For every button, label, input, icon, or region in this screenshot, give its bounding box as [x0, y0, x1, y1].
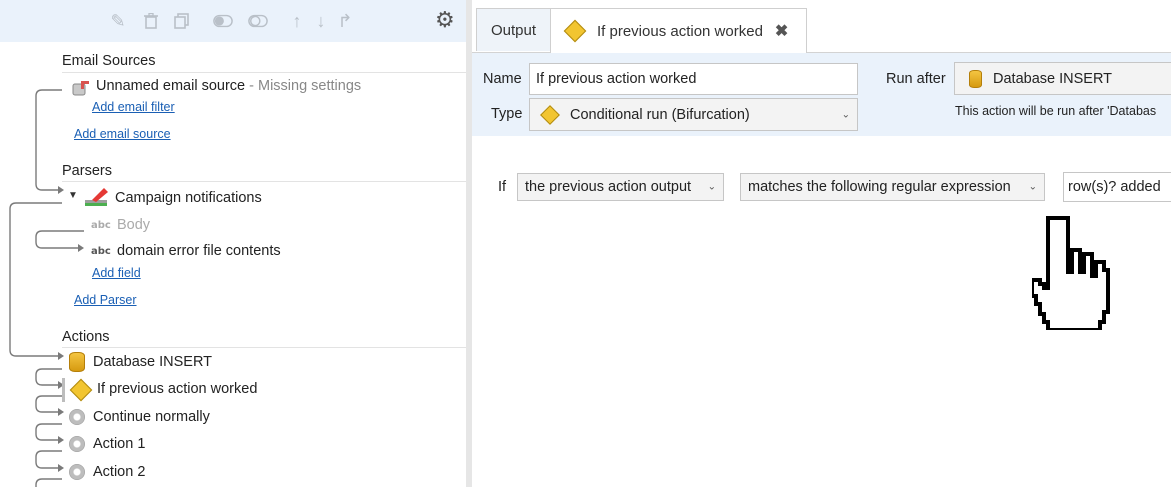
- email-source-name: Unnamed email source: [96, 78, 246, 94]
- redirect-icon[interactable]: ↱: [335, 11, 355, 31]
- field-domain-item[interactable]: domain error file contents: [117, 243, 281, 259]
- tree-toolbar: ✎ ↑ ↓ ↱ ⚙: [0, 0, 466, 42]
- delete-icon[interactable]: [141, 11, 161, 31]
- actions-heading: Actions: [62, 329, 110, 345]
- email-source-status: - Missing settings: [245, 78, 362, 94]
- add-parser-link[interactable]: Add Parser: [74, 293, 137, 307]
- selection-indicator: [62, 378, 65, 402]
- conditional-icon: [69, 378, 93, 402]
- type-select[interactable]: Conditional run (Bifurcation) ⌄: [529, 98, 858, 131]
- parser-icon: [84, 187, 108, 206]
- condition-operator-value: matches the following regular expression: [748, 179, 1011, 195]
- action-item-if-previous[interactable]: If previous action worked: [97, 381, 257, 397]
- condition-value-input[interactable]: row(s)? added: [1063, 172, 1171, 202]
- add-field-link[interactable]: Add field: [92, 266, 141, 280]
- action-gear-icon: [69, 464, 85, 480]
- action-item-continue[interactable]: Continue normally: [93, 409, 210, 425]
- section-divider: [62, 181, 466, 182]
- email-sources-heading: Email Sources: [62, 53, 156, 69]
- move-up-icon[interactable]: ↑: [287, 11, 307, 31]
- text-field-icon: abc: [91, 246, 111, 257]
- run-after-hint: This action will be run after 'Databas: [955, 104, 1157, 118]
- copy-icon[interactable]: [172, 11, 192, 31]
- move-down-icon[interactable]: ↓: [311, 11, 331, 31]
- action-item-action-1[interactable]: Action 1: [93, 436, 145, 452]
- toggle-off-icon[interactable]: [248, 11, 268, 31]
- tab-active-label: If previous action worked: [597, 22, 763, 40]
- action-properties: Name If previous action worked Type Cond…: [472, 53, 1171, 136]
- condition-operator-select[interactable]: matches the following regular expression…: [740, 173, 1045, 201]
- tab-output-label: Output: [490, 21, 537, 39]
- close-icon[interactable]: ✖: [775, 21, 788, 41]
- text-field-icon: abc: [91, 220, 111, 231]
- collapse-arrow-icon[interactable]: ▼: [68, 190, 78, 201]
- type-label: Type: [491, 106, 523, 122]
- conditional-icon: [563, 19, 587, 43]
- section-divider: [62, 347, 466, 348]
- run-after-label: Run after: [886, 71, 946, 87]
- action-item-action-2[interactable]: Action 2: [93, 464, 145, 480]
- parsers-heading: Parsers: [62, 163, 112, 179]
- database-icon: [69, 352, 85, 372]
- add-email-filter-link[interactable]: Add email filter: [92, 100, 175, 114]
- chevron-down-icon: ⌄: [1028, 181, 1037, 193]
- settings-icon[interactable]: ⚙: [435, 9, 457, 31]
- run-after-value: Database INSERT: [993, 70, 1113, 87]
- tab-bar: Output If previous action worked ✖: [472, 0, 1171, 53]
- database-icon: [969, 70, 982, 88]
- hand-cursor-icon: [1032, 216, 1110, 330]
- type-select-value: Conditional run (Bifurcation): [570, 106, 750, 123]
- name-label: Name: [483, 71, 522, 87]
- name-input[interactable]: If previous action worked: [529, 63, 858, 95]
- toggle-on-icon[interactable]: [213, 11, 233, 31]
- if-label: If: [498, 179, 507, 195]
- email-source-item[interactable]: Unnamed email source - Missing settings: [96, 78, 361, 94]
- email-source-icon: [72, 80, 89, 96]
- tab-if-previous-action[interactable]: If previous action worked ✖: [550, 8, 807, 53]
- conditional-icon: [540, 105, 560, 125]
- edit-icon[interactable]: ✎: [108, 11, 128, 31]
- field-body-item[interactable]: Body: [117, 217, 150, 233]
- run-after-select[interactable]: Database INSERT: [954, 62, 1171, 95]
- condition-subject-value: the previous action output: [525, 179, 692, 195]
- left-panel: ✎ ↑ ↓ ↱ ⚙ Email Sources Unnamed email so…: [0, 0, 466, 487]
- condition-subject-select[interactable]: the previous action output ⌄: [517, 173, 724, 201]
- add-email-source-link[interactable]: Add email source: [74, 127, 171, 141]
- tab-output[interactable]: Output: [476, 8, 551, 51]
- action-gear-icon: [69, 436, 85, 452]
- action-gear-icon: [69, 409, 85, 425]
- section-divider: [62, 72, 466, 73]
- chevron-down-icon: ⌄: [841, 109, 850, 120]
- parser-item[interactable]: Campaign notifications: [115, 190, 262, 206]
- chevron-down-icon: ⌄: [707, 181, 716, 193]
- action-item-database-insert[interactable]: Database INSERT: [93, 354, 212, 370]
